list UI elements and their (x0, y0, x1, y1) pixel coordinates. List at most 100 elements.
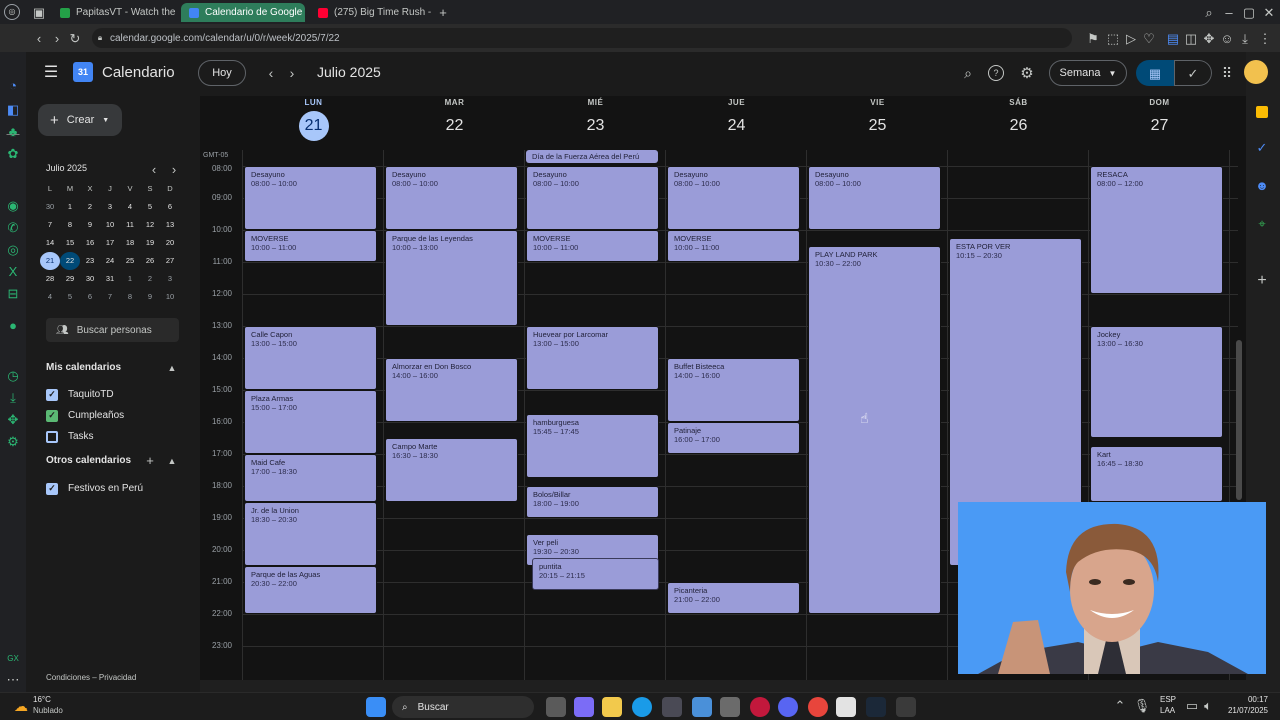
calendar-event[interactable]: MOVERSE 10:00 – 11:00 (667, 230, 800, 262)
day-header[interactable]: LUN 21 (243, 98, 384, 141)
translate-icon[interactable]: ▤ (1166, 31, 1180, 45)
mini-day[interactable]: 2 (140, 270, 160, 288)
spotify-icon[interactable]: ◉ (6, 198, 20, 212)
day-header[interactable]: MIÉ 23 (525, 98, 666, 141)
network-icon[interactable]: ▭ (1186, 699, 1198, 712)
chatgpt-app-icon[interactable] (836, 697, 856, 717)
mini-prev-icon[interactable]: ‹ (148, 163, 160, 176)
my-calendars-collapse-icon[interactable]: ▲ (166, 362, 178, 374)
calendar-event[interactable]: MOVERSE 10:00 – 11:00 (244, 230, 377, 262)
forward-icon[interactable]: › (50, 31, 64, 45)
instagram-icon[interactable]: ◎ (6, 242, 20, 256)
mini-day[interactable]: 10 (160, 288, 180, 306)
obs-icon[interactable] (896, 697, 916, 717)
mini-day[interactable]: 1 (120, 270, 140, 288)
copilot-app-icon[interactable] (574, 697, 594, 717)
day-header[interactable]: SÁB 26 (948, 98, 1089, 141)
calendar-item[interactable]: ✓ TaquitoTD (46, 384, 186, 405)
mini-day[interactable]: 25 (120, 252, 140, 270)
calendar-event[interactable]: hamburguesa 15:45 – 17:45 (526, 414, 659, 478)
weather-icon[interactable]: ☁ (12, 697, 30, 715)
whatsapp-icon[interactable]: ✆ (6, 220, 20, 234)
other-calendars-title[interactable]: Otros calendarios (46, 455, 131, 466)
calendar-event[interactable]: Parque de las Aguas 20:30 – 22:00 (244, 566, 377, 614)
day-number[interactable]: 22 (440, 111, 470, 141)
task-view-icon[interactable] (546, 697, 566, 717)
day-number[interactable]: 25 (863, 111, 893, 141)
mini-day[interactable]: 9 (80, 216, 100, 234)
mini-day[interactable]: 11 (120, 216, 140, 234)
tray-expand-icon[interactable]: ⌃ (1114, 699, 1126, 712)
mini-day[interactable]: 8 (120, 288, 140, 306)
mini-day[interactable]: 14 (40, 234, 60, 252)
day-header[interactable]: MAR 22 (384, 98, 525, 141)
mini-day[interactable]: 13 (160, 216, 180, 234)
settings-sidebar-icon[interactable]: ⚙ (6, 434, 20, 448)
extensions-sidebar-icon[interactable]: ✥ (6, 412, 20, 426)
mini-day[interactable]: 5 (60, 288, 80, 306)
calendar-event[interactable]: Jr. de la Union 18:30 – 20:30 (244, 502, 377, 566)
calendar-event[interactable]: Bolos/Billar 18:00 – 19:00 (526, 486, 659, 518)
play-icon[interactable]: ▷ (1124, 31, 1138, 45)
games-icon[interactable]: ● (6, 318, 20, 332)
split-icon[interactable]: ◫ (1184, 31, 1198, 45)
start-windows-icon[interactable] (366, 697, 386, 717)
mini-day[interactable]: 1 (60, 198, 80, 216)
mini-day[interactable]: 3 (100, 198, 120, 216)
other-calendars-collapse-icon[interactable]: ▲ (166, 455, 178, 467)
mini-day[interactable]: 24 (100, 252, 120, 270)
contacts-icon[interactable]: ☻ (1255, 178, 1269, 192)
calendar-item[interactable]: ✓ Cumpleaños (46, 405, 186, 426)
day-number[interactable]: 21 (298, 111, 329, 141)
download-icon[interactable]: ⤓ (1238, 31, 1252, 45)
mini-day[interactable]: 16 (80, 234, 100, 252)
mini-day[interactable]: 22 (60, 252, 80, 270)
avatar[interactable] (1244, 60, 1268, 84)
discord-icon[interactable]: ⊟ (6, 286, 20, 300)
calendar-event[interactable]: Desayuno 08:00 – 10:00 (385, 166, 518, 230)
calendar-view-icon[interactable]: ▦ (1136, 60, 1174, 86)
mini-day[interactable]: 8 (60, 216, 80, 234)
address-bar[interactable]: calendar.google.com/calendar/u/0/r/week/… (92, 28, 1072, 48)
profile-icon[interactable]: ☺ (1220, 31, 1234, 45)
chatgpt-icon[interactable]: ✿ (6, 146, 20, 160)
mini-day[interactable]: 3 (160, 270, 180, 288)
mini-day[interactable]: 12 (140, 216, 160, 234)
calendar-event[interactable]: Plaza Armas 15:00 – 17:00 (244, 390, 377, 454)
mini-day[interactable]: 29 (60, 270, 80, 288)
view-selector[interactable]: Semana ▼ (1049, 60, 1127, 86)
settings-gear-icon[interactable]: ⚙ (1018, 64, 1036, 82)
calendar-event[interactable]: Desayuno 08:00 – 10:00 (808, 166, 941, 230)
prev-week-icon[interactable]: ‹ (263, 65, 279, 81)
calendar-event[interactable]: Desayuno 08:00 – 10:00 (667, 166, 800, 230)
calendar-event[interactable]: Calle Capon 13:00 – 15:00 (244, 326, 377, 390)
more-sidebar-icon[interactable]: ⋯ (6, 672, 20, 686)
close-window-icon[interactable]: ✕ (1262, 5, 1276, 19)
calendar-item[interactable]: ✓ Festivos en Perú (46, 478, 186, 499)
help-icon[interactable]: ? (988, 65, 1004, 81)
edge-icon[interactable] (632, 697, 652, 717)
reload-icon[interactable]: ↻ (68, 31, 82, 45)
mini-day[interactable]: 10 (100, 216, 120, 234)
calendar-event[interactable]: Buffet Bisteeca 14:00 – 16:00 (667, 358, 800, 422)
search-icon[interactable]: ⌕ (960, 65, 976, 81)
main-menu-icon[interactable]: ☰ (42, 64, 60, 82)
calendar-checkbox[interactable]: ✓ (46, 482, 58, 495)
calendar-checkbox[interactable]: ✓ (46, 409, 58, 422)
footer-links[interactable]: Condiciones – Privacidad (46, 673, 136, 682)
mini-next-icon[interactable]: › (168, 163, 180, 176)
mini-day[interactable]: 5 (140, 198, 160, 216)
maps-icon[interactable]: ⌖ (1255, 216, 1269, 230)
mini-day[interactable]: 23 (80, 252, 100, 270)
day-header[interactable]: VIE 25 (807, 98, 948, 141)
vtuber-icon[interactable]: ♣ (6, 124, 20, 138)
calendar-event[interactable]: Jockey 13:00 – 16:30 (1090, 326, 1223, 438)
calendar-event[interactable]: Huevear por Larcomar 13:00 – 15:00 (526, 326, 659, 390)
calendar-checkbox[interactable]: ✓ (46, 388, 58, 401)
mini-day[interactable]: 28 (40, 270, 60, 288)
copilot-icon[interactable]: ◔ (6, 78, 20, 92)
clock-time[interactable]: 00:17 (1220, 695, 1268, 704)
mini-day[interactable]: 20 (160, 234, 180, 252)
mini-day[interactable]: 30 (80, 270, 100, 288)
tab-papitas[interactable]: PapitasVT - Watch the VO (52, 3, 176, 22)
